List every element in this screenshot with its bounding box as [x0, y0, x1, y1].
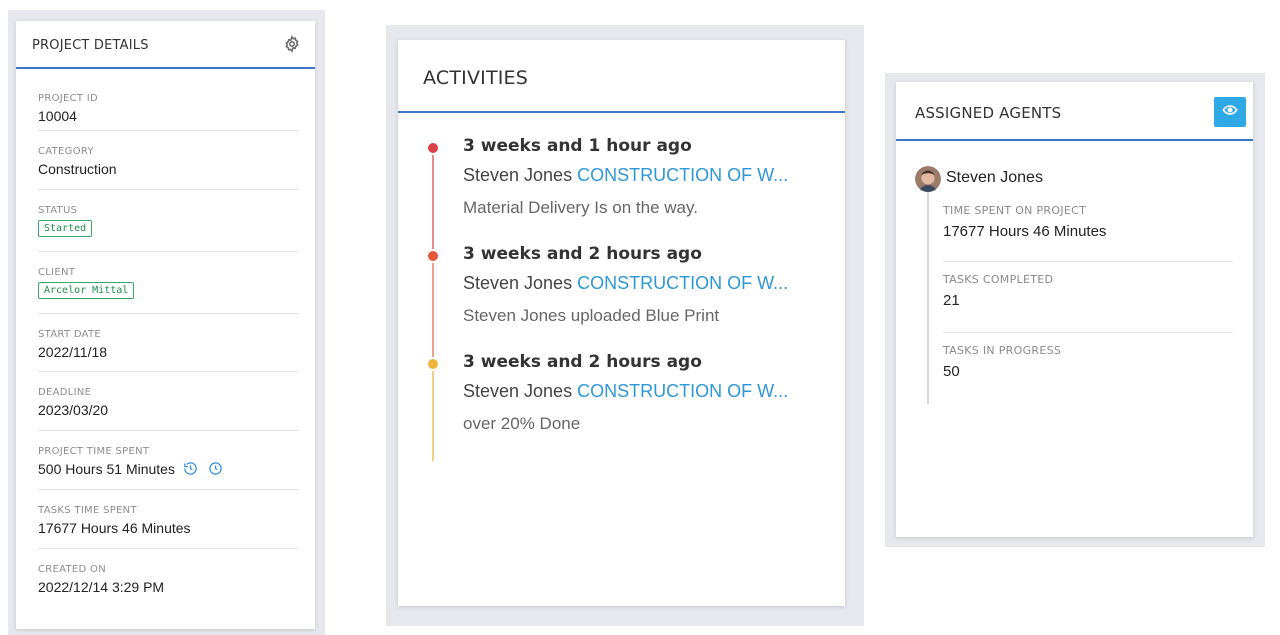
agent-stat: TIME SPENT ON PROJECT 17677 Hours 46 Min… — [943, 204, 1233, 262]
activities-card: ACTIVITIES 3 weeks and 1 hour ago Steven… — [398, 40, 845, 606]
activity-time: 3 weeks and 2 hours ago — [463, 352, 702, 372]
created-on-label: CREATED ON — [38, 564, 106, 575]
project-time-spent-row: 500 Hours 51 Minutes — [38, 461, 299, 477]
field-created-on: CREATED ON 2022/12/14 3:29 PM — [38, 549, 299, 608]
activity-subject: Steven Jones CONSTRUCTION OF W... — [463, 381, 828, 402]
activities-header: ACTIVITIES — [398, 40, 845, 113]
agent-stat-value: 21 — [943, 292, 960, 309]
client-badge: Arcelor Mittal — [38, 282, 135, 299]
avatar[interactable] — [915, 166, 941, 192]
agent-stat-label: TASKS IN PROGRESS — [943, 344, 1062, 357]
timeline-segment-1 — [432, 148, 434, 256]
activity-description: Steven Jones uploaded Blue Print — [463, 306, 720, 325]
field-status: STATUS Started — [38, 190, 299, 252]
created-on-value: 2022/12/14 3:29 PM — [38, 579, 165, 595]
agent-stat: TASKS IN PROGRESS 50 — [943, 344, 1233, 404]
activity-project-link[interactable]: CONSTRUCTION OF W... — [577, 273, 788, 293]
timeline-dot — [426, 249, 440, 263]
timeline-dot — [426, 141, 440, 155]
field-deadline: DEADLINE 2023/03/20 — [38, 372, 299, 431]
activity-description: over 20% Done — [463, 414, 581, 433]
timeline-dot — [426, 357, 440, 371]
agent-rail — [927, 192, 929, 404]
timeline-segment-3 — [432, 364, 434, 461]
activity-user: Steven Jones — [463, 273, 573, 293]
clock-icon[interactable] — [208, 461, 223, 476]
field-client: CLIENT Arcelor Mittal — [38, 252, 299, 314]
agent-stat-label: TASKS COMPLETED — [943, 273, 1054, 286]
field-project-time-spent: PROJECT TIME SPENT 500 Hours 51 Minutes — [38, 431, 299, 490]
field-project-id: PROJECT ID 10004 — [38, 69, 299, 131]
agent-stat-value: 17677 Hours 46 Minutes — [943, 223, 1107, 240]
project-time-spent-value: 500 Hours 51 Minutes — [38, 461, 175, 477]
agent-stat: TASKS COMPLETED 21 — [943, 273, 1233, 333]
activity-item: 3 weeks and 2 hours ago Steven Jones CON… — [463, 352, 828, 434]
activity-time: 3 weeks and 2 hours ago — [463, 244, 702, 264]
project-id-label: PROJECT ID — [38, 93, 99, 104]
history-icon[interactable] — [183, 461, 198, 476]
activity-description: Material Delivery Is on the way. — [463, 198, 698, 217]
assigned-agents-card: ASSIGNED AGENTS Steven Jones TIME SPENT … — [896, 82, 1253, 537]
tasks-time-spent-value: 17677 Hours 46 Minutes — [38, 520, 191, 536]
field-category: CATEGORY Construction — [38, 131, 299, 190]
field-tasks-time-spent: TASKS TIME SPENT 17677 Hours 46 Minutes — [38, 490, 299, 549]
project-details-card: PROJECT DETAILS PROJECT ID 10004 CATEGOR… — [16, 21, 315, 629]
activity-time: 3 weeks and 1 hour ago — [463, 136, 692, 156]
client-label: CLIENT — [38, 267, 76, 278]
view-agents-button[interactable] — [1214, 97, 1246, 127]
category-value: Construction — [38, 161, 117, 177]
project-details-title: PROJECT DETAILS — [32, 38, 149, 53]
activity-item: 3 weeks and 2 hours ago Steven Jones CON… — [463, 244, 828, 326]
deadline-value: 2023/03/20 — [38, 402, 109, 418]
project-time-spent-label: PROJECT TIME SPENT — [38, 446, 150, 457]
activities-title: ACTIVITIES — [423, 67, 529, 89]
field-start-date: START DATE 2022/11/18 — [38, 314, 299, 372]
timeline-segment-2 — [432, 256, 434, 364]
project-id-value: 10004 — [38, 108, 77, 124]
gear-icon[interactable] — [283, 35, 301, 53]
tasks-time-spent-label: TASKS TIME SPENT — [38, 505, 137, 516]
agent-stat-label: TIME SPENT ON PROJECT — [943, 204, 1087, 217]
deadline-label: DEADLINE — [38, 387, 92, 398]
status-badge: Started — [38, 220, 93, 237]
activity-item: 3 weeks and 1 hour ago Steven Jones CONS… — [463, 136, 828, 218]
agent-name: Steven Jones — [946, 169, 1043, 186]
activity-user: Steven Jones — [463, 381, 573, 401]
activity-project-link[interactable]: CONSTRUCTION OF W... — [577, 381, 788, 401]
time-icons — [183, 461, 223, 476]
start-date-value: 2022/11/18 — [38, 344, 108, 360]
activity-user: Steven Jones — [463, 165, 573, 185]
agents-title: ASSIGNED AGENTS — [915, 104, 1062, 122]
agent-stat-value: 50 — [943, 363, 960, 380]
agents-header: ASSIGNED AGENTS — [896, 82, 1253, 141]
activity-project-link[interactable]: CONSTRUCTION OF W... — [577, 165, 788, 185]
category-label: CATEGORY — [38, 146, 94, 157]
start-date-label: START DATE — [38, 329, 102, 340]
project-details-header: PROJECT DETAILS — [16, 21, 315, 69]
eye-icon — [1222, 102, 1238, 123]
status-label: STATUS — [38, 205, 78, 216]
activity-subject: Steven Jones CONSTRUCTION OF W... — [463, 165, 828, 186]
activity-subject: Steven Jones CONSTRUCTION OF W... — [463, 273, 828, 294]
